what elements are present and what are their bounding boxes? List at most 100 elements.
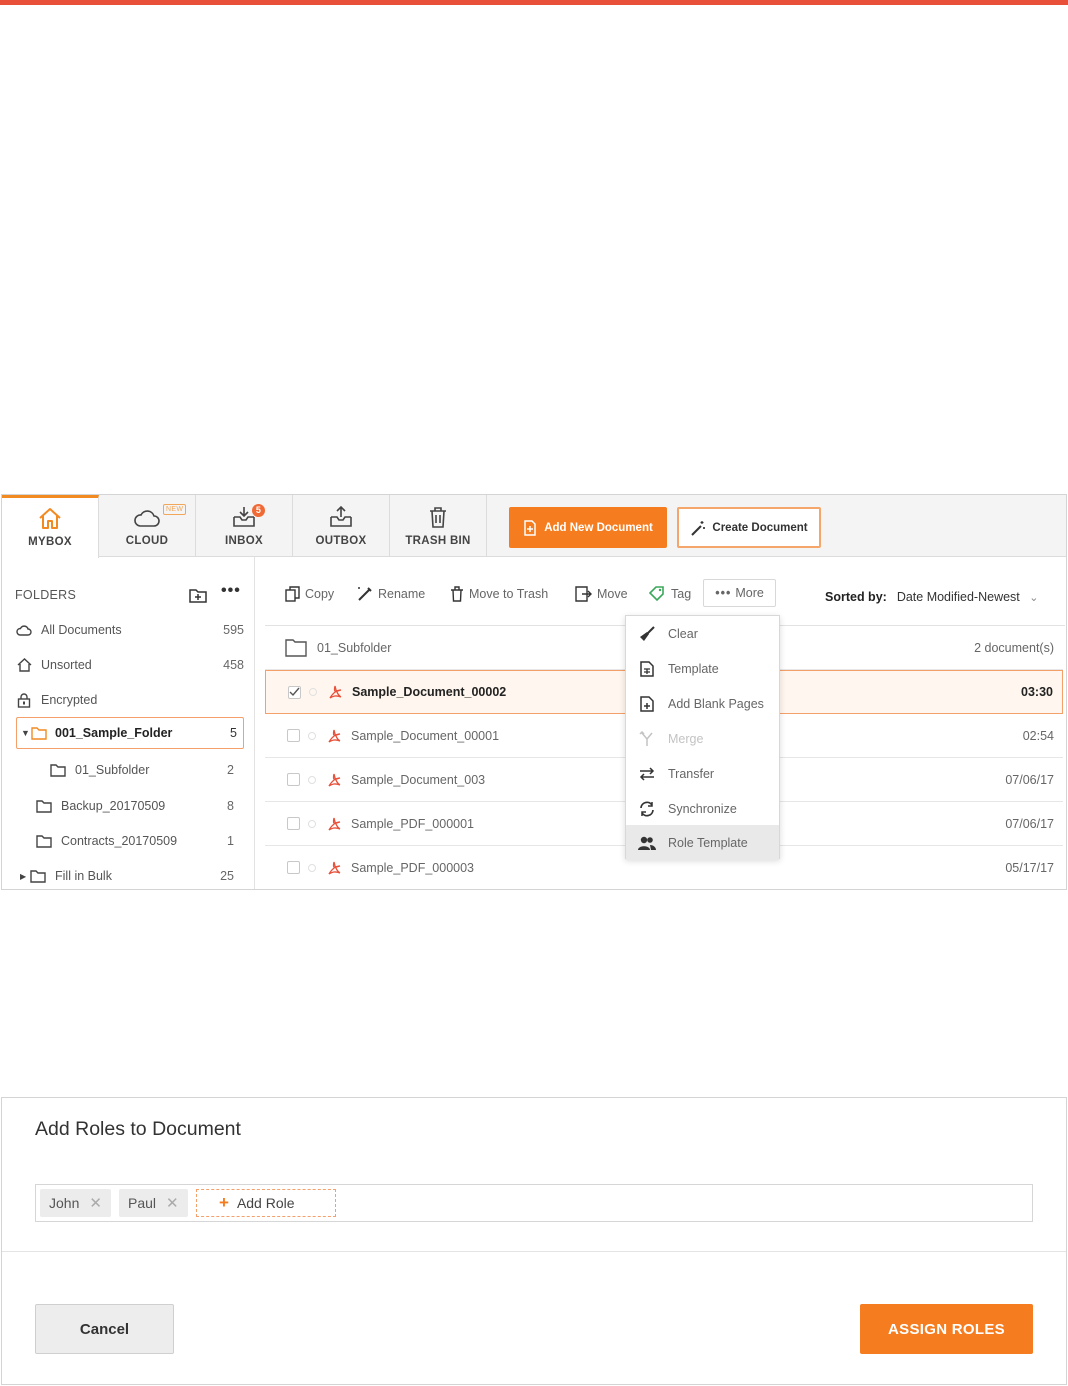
- menu-item-add-blank-pages[interactable]: Add Blank Pages: [626, 686, 779, 721]
- row-checkbox[interactable]: [287, 817, 300, 830]
- create-document-button[interactable]: Create Document: [677, 507, 821, 548]
- status-dot: [308, 863, 316, 872]
- home-icon: [16, 658, 32, 672]
- menu-item-label: Role Template: [668, 835, 748, 850]
- sidebar-item-count: 595: [223, 623, 244, 637]
- role-chip-label: John: [49, 1195, 80, 1211]
- folder-document-count: 2 document(s): [974, 640, 1054, 655]
- chevron-down-icon: ⌄: [1029, 592, 1039, 604]
- create-document-label: Create Document: [712, 521, 808, 534]
- move-icon: [575, 586, 592, 602]
- tab-label: TRASH BIN: [405, 535, 471, 547]
- copy-button[interactable]: Copy: [285, 586, 334, 602]
- folders-heading: FOLDERS: [15, 588, 77, 602]
- sidebar-item-label: Contracts_20170509: [61, 834, 178, 848]
- sorted-by-label: Sorted by:: [825, 590, 887, 604]
- top-accent-bar: [0, 0, 1068, 5]
- sidebar-item-backup[interactable]: Backup_20170509 8: [36, 790, 234, 822]
- row-checkbox[interactable]: [287, 861, 300, 874]
- more-label: More: [735, 586, 764, 600]
- menu-item-label: Clear: [668, 626, 698, 641]
- move-label: Move: [597, 587, 628, 601]
- cloud-icon: [134, 510, 160, 527]
- folders-more-button[interactable]: •••: [221, 582, 241, 600]
- inbox-count-badge: 5: [252, 504, 265, 517]
- lock-icon: [16, 692, 32, 708]
- pdf-icon: [326, 772, 342, 788]
- tab-label: MYBOX: [28, 536, 72, 548]
- remove-role-icon[interactable]: ✕: [89, 1194, 102, 1212]
- pencil-icon: [358, 587, 372, 601]
- row-checkbox[interactable]: [287, 729, 300, 742]
- more-button[interactable]: ••• More: [703, 579, 776, 607]
- remove-role-icon[interactable]: ✕: [166, 1194, 179, 1212]
- tag-button[interactable]: Tag: [649, 586, 691, 602]
- trash-icon: [430, 507, 446, 528]
- row-checkbox[interactable]: [288, 685, 301, 699]
- sort-selector[interactable]: Sorted by: Date Modified-Newest ⌄: [825, 590, 1038, 604]
- sidebar-item-encrypted[interactable]: Encrypted: [16, 684, 244, 716]
- tab-trash-bin[interactable]: TRASH BIN: [390, 495, 487, 557]
- sidebar-item-count: 2: [227, 763, 234, 777]
- roles-input[interactable]: John ✕ Paul ✕ + Add Role: [35, 1184, 1033, 1222]
- sidebar-item-all-documents[interactable]: All Documents 595: [16, 614, 244, 646]
- broom-icon: [626, 625, 668, 642]
- sidebar-item-001-sample-folder[interactable]: ▼ 001_Sample_Folder 5: [16, 717, 244, 749]
- menu-item-transfer[interactable]: Transfer: [626, 756, 779, 791]
- sidebar-item-count: 5: [230, 726, 237, 740]
- assign-roles-button[interactable]: ASSIGN ROLES: [860, 1304, 1033, 1354]
- move-to-trash-button[interactable]: Move to Trash: [450, 586, 548, 602]
- document-date: 07/06/17: [1005, 816, 1054, 831]
- tab-label: CLOUD: [125, 535, 169, 547]
- expand-caret-icon[interactable]: ▼: [21, 728, 31, 738]
- add-new-document-button[interactable]: Add New Document: [509, 507, 667, 548]
- tab-outbox[interactable]: OUTBOX: [293, 495, 390, 557]
- status-dot: [309, 688, 317, 696]
- folder-icon: [36, 834, 52, 848]
- sidebar-item-label: Fill in Bulk: [55, 869, 112, 883]
- menu-item-synchronize[interactable]: Synchronize: [626, 791, 779, 826]
- tab-cloud[interactable]: NEW CLOUD: [99, 495, 196, 557]
- add-document-icon: [524, 519, 536, 536]
- menu-item-label: Add Blank Pages: [668, 696, 764, 711]
- sidebar-item-label: Backup_20170509: [61, 799, 166, 813]
- merge-icon: [626, 730, 668, 747]
- sidebar-item-contracts[interactable]: Contracts_20170509 1: [36, 825, 234, 857]
- copy-label: Copy: [305, 587, 335, 601]
- tab-mybox[interactable]: MYBOX: [2, 495, 99, 558]
- status-dot: [308, 731, 316, 740]
- menu-item-merge[interactable]: Merge: [626, 721, 779, 756]
- move-button[interactable]: Move: [575, 586, 628, 602]
- dialog-divider: [2, 1251, 1066, 1252]
- sidebar-item-01-subfolder[interactable]: 01_Subfolder 2: [50, 754, 234, 786]
- menu-item-label: Synchronize: [668, 801, 737, 816]
- cancel-button[interactable]: Cancel: [35, 1304, 174, 1354]
- template-icon: [626, 660, 668, 677]
- menu-item-template[interactable]: Template: [626, 651, 779, 686]
- sidebar-item-unsorted[interactable]: Unsorted 458: [16, 649, 244, 681]
- row-checkbox[interactable]: [287, 773, 300, 786]
- pdf-icon: [326, 728, 342, 744]
- role-chip-label: Paul: [128, 1195, 157, 1211]
- sidebar-item-label: Encrypted: [41, 693, 98, 707]
- sync-icon: [626, 800, 668, 817]
- new-folder-icon[interactable]: [189, 587, 207, 603]
- rename-label: Rename: [378, 587, 426, 601]
- sidebar-item-label: All Documents: [41, 623, 122, 637]
- document-date: 02:54: [1022, 728, 1054, 743]
- folder-icon: [30, 869, 46, 883]
- document-date: 03:30: [1021, 685, 1053, 699]
- sidebar-item-fill-in-bulk[interactable]: ▶ Fill in Bulk 25: [20, 860, 234, 889]
- app-window: MYBOX NEW CLOUD 5 INBOX OUTBOX TRASH BIN…: [1, 494, 1067, 890]
- menu-item-clear[interactable]: Clear: [626, 616, 779, 651]
- add-role-button[interactable]: + Add Role: [196, 1189, 336, 1217]
- tab-inbox[interactable]: 5 INBOX: [196, 495, 293, 557]
- collapsed-caret-icon[interactable]: ▶: [20, 872, 30, 881]
- pdf-icon: [327, 684, 343, 700]
- sidebar-item-count: 1: [227, 834, 234, 848]
- tag-label: Tag: [671, 587, 692, 601]
- menu-item-role-template[interactable]: Role Template: [626, 825, 779, 860]
- sidebar-item-label: 01_Subfolder: [75, 763, 150, 777]
- menu-item-label: Template: [668, 661, 719, 676]
- rename-button[interactable]: Rename: [357, 586, 425, 602]
